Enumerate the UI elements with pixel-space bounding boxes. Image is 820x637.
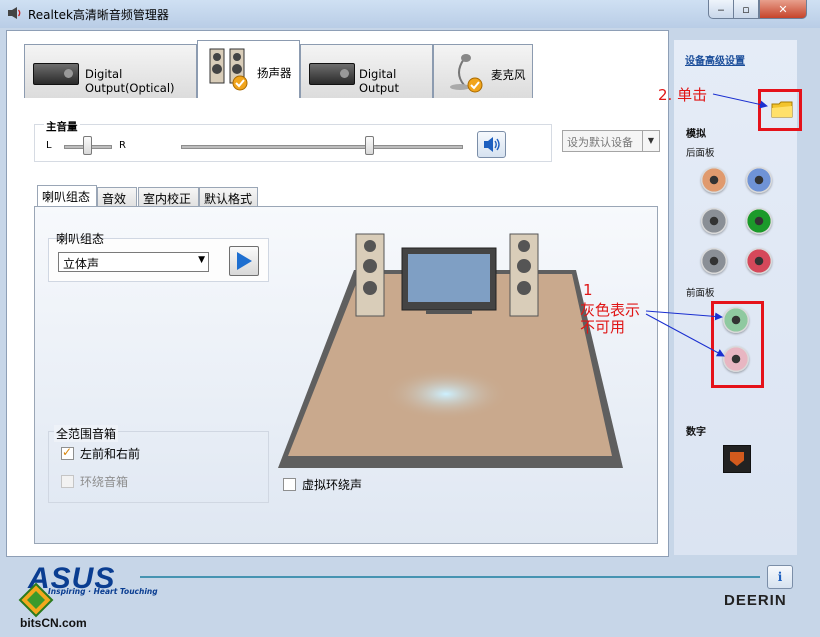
bitscn-logo-icon — [18, 582, 54, 618]
info-button[interactable]: i — [767, 565, 793, 589]
site-logo: bitsCN.com — [20, 616, 87, 630]
deerin-logo: DEERIN — [724, 592, 787, 609]
annotation-arrows — [645, 93, 768, 357]
divider-line — [140, 576, 760, 578]
asus-tagline: Inspiring · Heart Touching — [48, 587, 158, 596]
